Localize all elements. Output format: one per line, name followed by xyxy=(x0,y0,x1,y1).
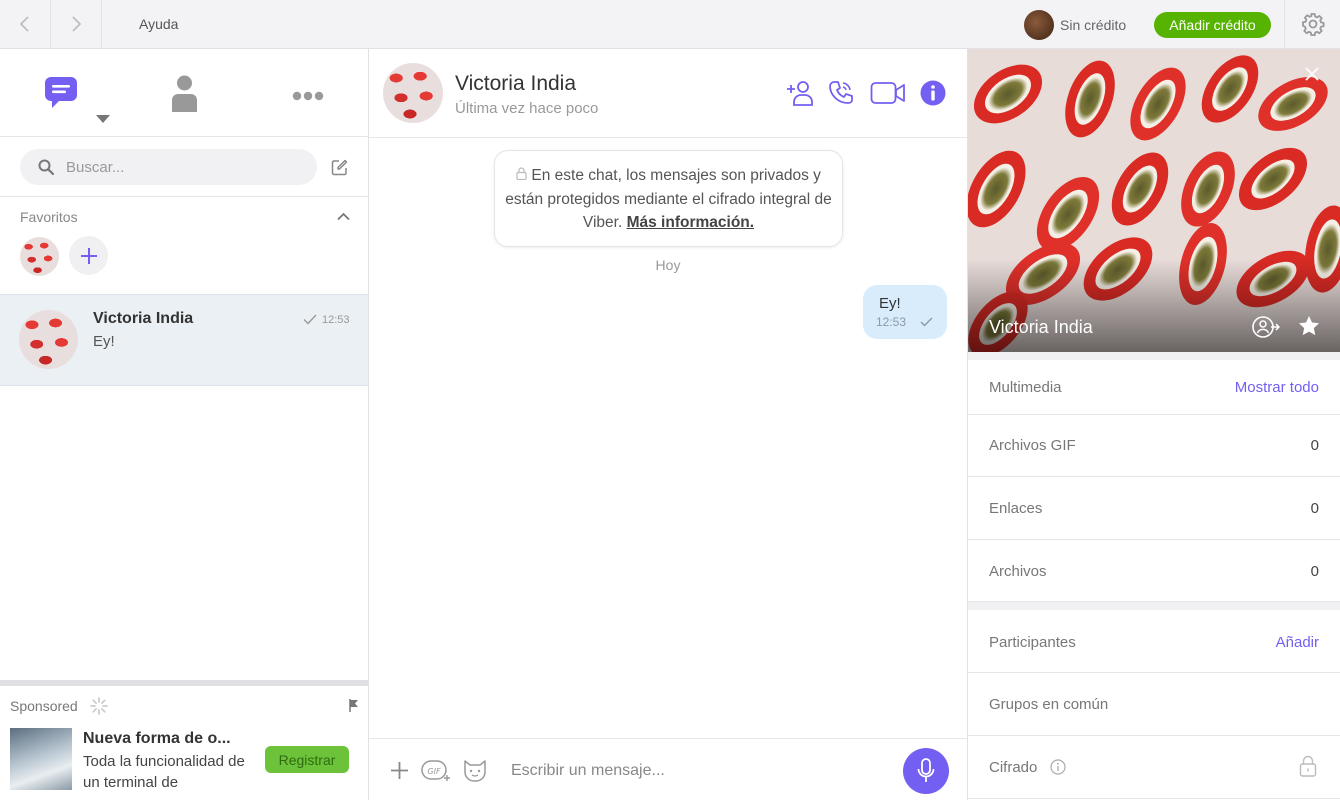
contact-name[interactable]: Victoria India xyxy=(455,72,576,96)
info-outline-icon[interactable] xyxy=(1050,759,1066,775)
links-count: 0 xyxy=(1310,500,1319,517)
gif-icon[interactable]: GIF xyxy=(421,758,451,782)
media-row: Multimedia Mostrar todo xyxy=(968,360,1340,415)
media-label: Multimedia xyxy=(989,379,1062,396)
account-avatar[interactable] xyxy=(1024,10,1054,40)
svg-text:GIF: GIF xyxy=(427,767,441,776)
gif-files-label: Archivos GIF xyxy=(989,437,1076,454)
links-row[interactable]: Enlaces 0 xyxy=(968,477,1340,540)
loading-spinner-icon xyxy=(90,697,108,715)
chat-name: Victoria India xyxy=(93,310,194,327)
add-participant-link[interactable]: Añadir xyxy=(1276,634,1319,651)
participants-label: Participantes xyxy=(989,634,1076,651)
chat-last-message: Ey! xyxy=(93,333,115,350)
encryption-row[interactable]: Cifrado xyxy=(968,736,1340,799)
add-participant-icon[interactable] xyxy=(786,79,814,107)
message-composer: GIF xyxy=(369,738,967,800)
plus-icon[interactable] xyxy=(390,761,409,780)
divider xyxy=(0,680,368,686)
contact-status: Última vez hace poco xyxy=(455,100,599,117)
divider xyxy=(968,602,1340,610)
ad-image[interactable] xyxy=(10,728,72,790)
files-label: Archivos xyxy=(989,563,1047,580)
search-bar[interactable] xyxy=(20,149,317,185)
chevron-up-icon[interactable] xyxy=(337,212,350,221)
forward-button[interactable] xyxy=(51,0,102,48)
back-button[interactable] xyxy=(0,0,51,48)
voice-message-button[interactable] xyxy=(903,748,949,794)
links-label: Enlaces xyxy=(989,500,1043,517)
date-separator: Hoy xyxy=(655,257,681,273)
gif-files-row[interactable]: Archivos GIF 0 xyxy=(968,415,1340,477)
participants-row: Participantes Añadir xyxy=(968,610,1340,673)
add-credit-button[interactable]: Añadir crédito xyxy=(1154,12,1271,38)
sponsored-label: Sponsored xyxy=(10,698,78,714)
close-icon[interactable] xyxy=(1305,67,1319,81)
sidebar: Favoritos Victoria India Ey! 12:53 Spons… xyxy=(0,49,369,800)
settings-button[interactable] xyxy=(1284,0,1340,48)
show-all-media-link[interactable]: Mostrar todo xyxy=(1235,379,1319,396)
more-dots-icon xyxy=(292,91,324,101)
chevron-left-icon xyxy=(19,16,29,32)
tab-chats[interactable] xyxy=(43,75,79,114)
add-favorite-button[interactable] xyxy=(69,236,108,275)
chevron-down-icon[interactable] xyxy=(96,115,110,124)
files-row[interactable]: Archivos 0 xyxy=(968,540,1340,602)
tab-contacts[interactable] xyxy=(171,75,198,115)
message-input[interactable] xyxy=(511,760,891,782)
more-info-link[interactable]: Más información. xyxy=(627,214,754,231)
compose-icon[interactable] xyxy=(331,159,348,176)
encryption-label: Cifrado xyxy=(989,759,1038,776)
gif-files-count: 0 xyxy=(1310,437,1319,454)
details-contact-name: Victoria India xyxy=(989,317,1093,337)
favorite-contact-avatar[interactable] xyxy=(20,237,59,276)
divider xyxy=(968,352,1340,360)
sticker-icon[interactable] xyxy=(462,758,488,782)
ad-text: Toda la funcionalidad de un terminal de xyxy=(83,753,245,791)
ad-title[interactable]: Nueva forma de o... xyxy=(83,730,231,748)
phone-call-icon[interactable] xyxy=(828,79,854,107)
lock-icon xyxy=(516,167,527,180)
outgoing-message-bubble[interactable]: Ey! 12:53 xyxy=(863,285,947,339)
contact-avatar[interactable] xyxy=(383,63,443,123)
microphone-icon xyxy=(917,758,935,782)
info-icon[interactable] xyxy=(920,80,946,106)
common-groups-row[interactable]: Grupos en común xyxy=(968,673,1340,736)
chat-list-item[interactable]: Victoria India Ey! 12:53 xyxy=(0,294,368,386)
message-text: Ey! xyxy=(879,295,901,312)
avatar xyxy=(19,310,78,369)
plus-icon xyxy=(80,247,97,264)
checkmark-icon xyxy=(303,314,317,325)
lock-icon xyxy=(1299,755,1317,777)
gear-icon xyxy=(1301,13,1324,36)
message-time: 12:53 xyxy=(876,315,907,329)
contact-cover-photo[interactable]: Victoria India xyxy=(968,49,1340,352)
chat-time: 12:53 xyxy=(322,314,350,326)
ad-register-button[interactable]: Registrar xyxy=(265,746,349,773)
person-icon xyxy=(172,75,197,112)
sidebar-tabs xyxy=(0,49,368,137)
search-input[interactable] xyxy=(66,157,296,177)
common-groups-label: Grupos en común xyxy=(989,696,1109,713)
delivered-check-icon xyxy=(920,317,933,327)
encryption-notice: En este chat, los mensajes son privados … xyxy=(494,150,843,247)
top-bar: Ayuda Sin crédito Añadir crédito xyxy=(0,0,1340,49)
chat-pane: Victoria India Última vez hace poco En e… xyxy=(369,49,967,800)
contact-details-panel: Victoria India Multimedia Mostrar todo A… xyxy=(967,49,1340,800)
divider xyxy=(0,196,368,197)
share-contact-icon[interactable] xyxy=(1252,315,1280,339)
chevron-right-icon xyxy=(72,16,82,32)
tab-more[interactable] xyxy=(292,88,324,104)
chat-bubble-icon xyxy=(45,77,77,108)
star-icon[interactable] xyxy=(1298,315,1320,337)
favorites-label: Favoritos xyxy=(20,209,78,225)
search-icon xyxy=(38,159,54,175)
cover-overlay xyxy=(968,259,1340,352)
chat-header: Victoria India Última vez hace poco xyxy=(369,49,967,138)
files-count: 0 xyxy=(1310,563,1319,580)
credit-status[interactable]: Sin crédito xyxy=(1060,17,1126,33)
flag-icon[interactable] xyxy=(349,699,359,712)
help-menu[interactable]: Ayuda xyxy=(139,16,178,32)
video-call-icon[interactable] xyxy=(870,81,906,105)
